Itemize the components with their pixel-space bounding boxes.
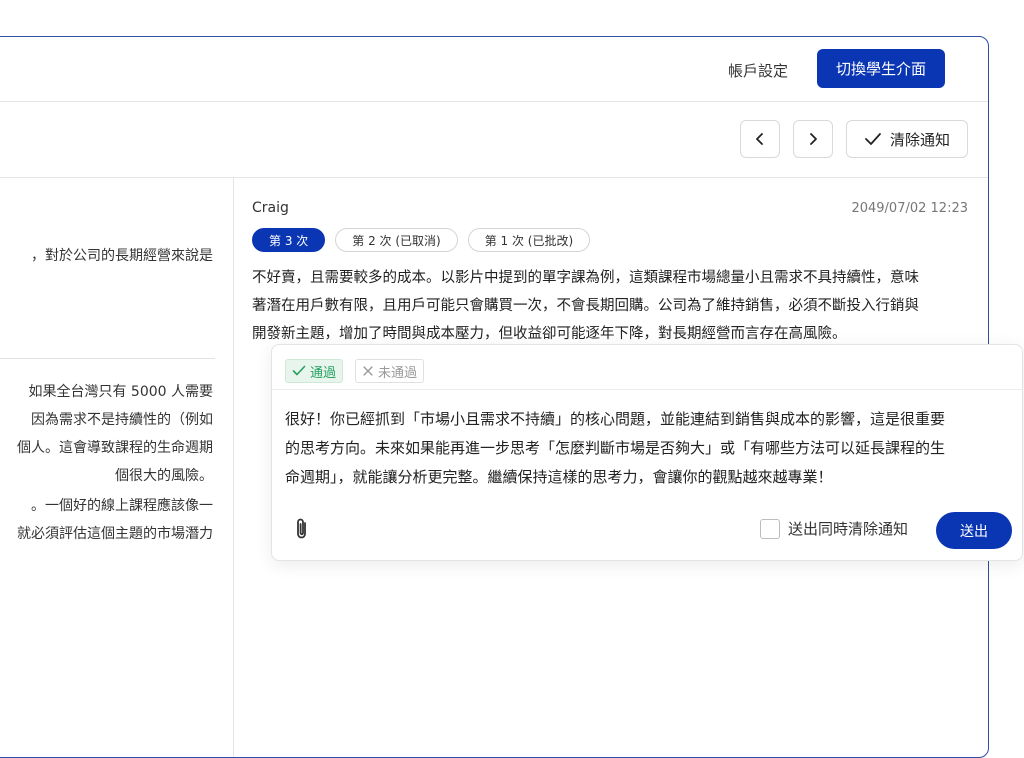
feedback-text[interactable]: 很好！你已經抓到「市場小且需求不持續」的核心問題，並能連結到銷售與成本的影響，這… xyxy=(285,405,1015,492)
chevron-left-icon xyxy=(756,133,763,145)
left-snippet-1: ，對於公司的長期經營來說是 xyxy=(0,242,213,270)
check-icon xyxy=(292,365,306,376)
answer-line: 著潛在用戶數有限，且用戶可能只會購買一次，不會長期回購。公司為了維持銷售，必須不… xyxy=(252,298,919,314)
divider xyxy=(0,358,215,359)
tab-attempt-2[interactable]: 第 2 次 (已取消) xyxy=(335,228,458,252)
left-snippet-2: 如果全台灣只有 5000 人需要 因為需求不是持續性的（例如 個人。這會導致課程… xyxy=(0,378,213,490)
left-text-line: ，對於公司的長期經營來說是 xyxy=(31,248,213,264)
feedback-line: 的思考方向。未來如果能再進一步思考「怎麼判斷市場是否夠大」或「有哪些方法可以延長… xyxy=(285,439,946,457)
clear-notification-button[interactable]: 清除通知 xyxy=(846,120,968,158)
switch-student-view-button[interactable]: 切換學生介面 xyxy=(817,49,945,88)
left-text-line: 個人。這會導致課程的生命週期 xyxy=(17,440,213,456)
clear-on-send-checkbox[interactable] xyxy=(760,518,780,539)
clear-on-send-option[interactable]: 送出同時清除通知 xyxy=(760,518,908,539)
review-card-header: 通過 未通過 xyxy=(272,345,1022,390)
left-text-line: 就必須評估這個主題的市場潛力 xyxy=(17,526,213,542)
left-text-line: 因為需求不是持續性的（例如 xyxy=(31,412,213,428)
student-name: Craig xyxy=(252,200,289,216)
account-settings-link[interactable]: 帳戶設定 xyxy=(728,60,788,81)
attach-file-button[interactable] xyxy=(292,517,312,545)
answer-line: 不好賣，且需要較多的成本。以影片中提到的單字課為例，這類課程市場總量小且需求不具… xyxy=(252,270,919,286)
fail-button[interactable]: 未通過 xyxy=(355,359,425,383)
attempt-tabs: 第 3 次 第 2 次 (已取消) 第 1 次 (已批改) xyxy=(252,228,591,252)
close-icon xyxy=(363,366,373,376)
feedback-line: 命週期」，就能讓分析更完整。繼續保持這樣的思考力，會讓你的觀點越來越專業！ xyxy=(285,468,833,486)
paperclip-icon xyxy=(297,518,306,539)
left-snippet-3: 。一個好的線上課程應該像一 就必須評估這個主題的市場潛力 xyxy=(0,492,213,548)
left-text-line: 。一個好的線上課程應該像一 xyxy=(31,498,213,514)
tab-attempt-1[interactable]: 第 1 次 (已批改) xyxy=(467,228,591,252)
pass-label: 通過 xyxy=(310,365,337,381)
top-bar: 帳戶設定 切換學生介面 xyxy=(0,37,988,102)
student-answer: 不好賣，且需要較多的成本。以影片中提到的單字課為例，這類課程市場總量小且需求不具… xyxy=(252,264,972,348)
review-card: 通過 未通過 很好！你已經抓到「市場小且需求不持續」的核心問題，並能連結到銷售與… xyxy=(271,344,1023,561)
clear-on-send-label: 送出同時清除通知 xyxy=(788,520,909,538)
fail-label: 未通過 xyxy=(378,365,418,381)
left-pane: ，對於公司的長期經營來說是 如果全台灣只有 5000 人需要 因為需求不是持續性… xyxy=(0,178,234,757)
left-text-line: 個很大的風險。 xyxy=(115,468,213,484)
send-button[interactable]: 送出 xyxy=(936,512,1012,549)
pass-button[interactable]: 通過 xyxy=(285,359,344,383)
submission-timestamp: 2049/07/02 12:23 xyxy=(851,201,968,216)
left-text-line: 如果全台灣只有 5000 人需要 xyxy=(28,384,213,400)
next-button[interactable] xyxy=(793,120,833,158)
chevron-right-icon xyxy=(810,133,817,145)
notification-toolbar: 清除通知 xyxy=(0,102,988,178)
tab-attempt-3[interactable]: 第 3 次 xyxy=(252,228,326,252)
clear-notification-label: 清除通知 xyxy=(889,130,950,149)
check-icon xyxy=(865,133,881,145)
previous-button[interactable] xyxy=(740,120,780,158)
feedback-line: 很好！你已經抓到「市場小且需求不持續」的核心問題，並能連結到銷售與成本的影響，這… xyxy=(285,410,946,428)
